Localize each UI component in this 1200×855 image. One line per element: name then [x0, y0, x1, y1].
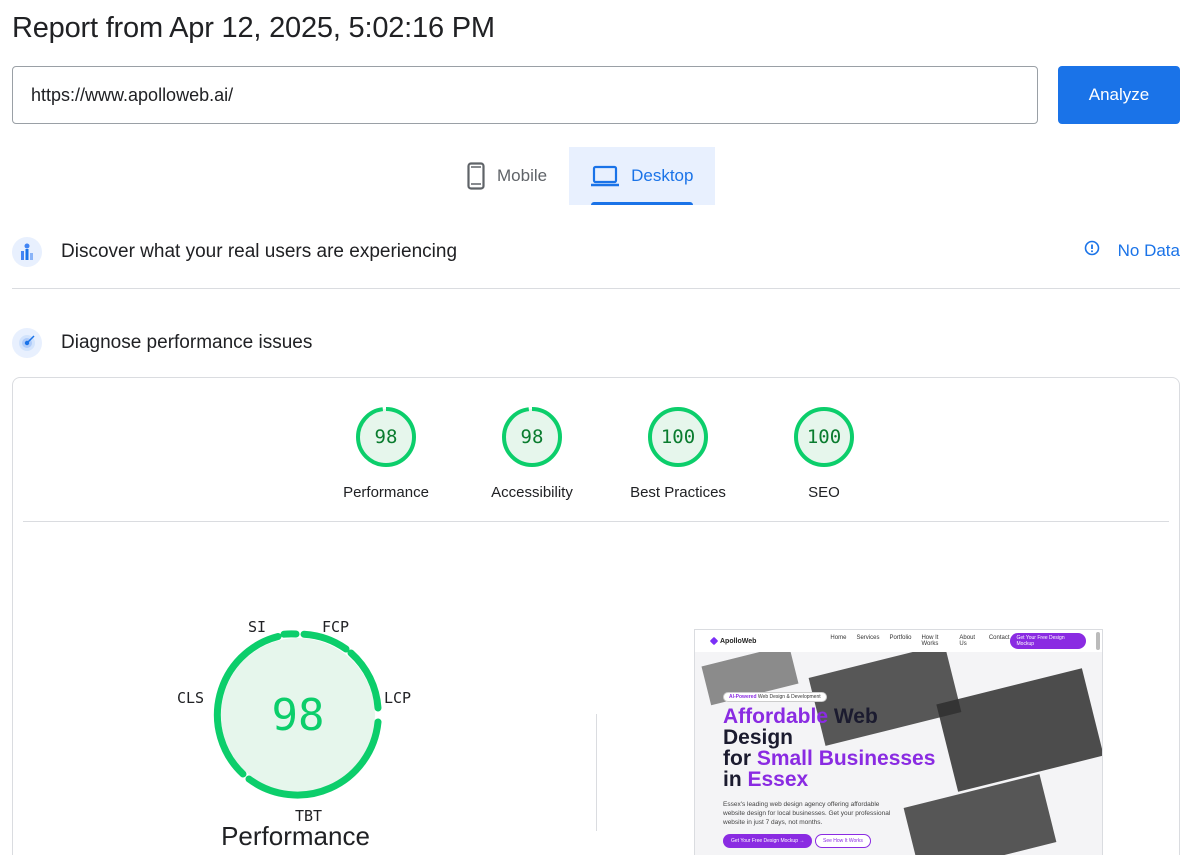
- gauge-seo[interactable]: 100 SEO: [751, 406, 897, 501]
- score-ring: 98: [501, 406, 563, 468]
- screenshot-logo: ApolloWeb: [709, 636, 757, 646]
- screenshot-badge: AI-Powered Web Design & Development: [723, 692, 827, 702]
- card-divider: [23, 521, 1169, 522]
- score-label: Performance: [343, 484, 429, 501]
- tab-desktop[interactable]: Desktop: [569, 147, 716, 205]
- nav-link: Portfolio: [889, 635, 912, 641]
- tab-mobile-label: Mobile: [497, 166, 548, 185]
- gauge-accessibility[interactable]: 98 Accessibility: [459, 406, 605, 501]
- performance-gauge: 98: [201, 618, 395, 812]
- nav-link: About Us: [959, 635, 976, 647]
- no-data-link[interactable]: No Data: [1084, 240, 1180, 261]
- logo-icon: [709, 636, 719, 646]
- screenshot-secondary-button: See How It Works: [815, 834, 871, 848]
- lab-data-header: Diagnose performance issues: [12, 327, 1180, 359]
- screenshot-primary-button: Get Your Free Design Mockup →: [723, 834, 813, 848]
- nav-link: Home: [830, 635, 847, 641]
- gauge-best-practices[interactable]: 100 Best Practices: [605, 406, 751, 501]
- score-value: 100: [806, 426, 842, 448]
- bg-card: [936, 668, 1102, 792]
- url-input[interactable]: [12, 66, 1038, 124]
- nav-cta: Get Your Free Design Mockup: [1009, 633, 1086, 649]
- score-ring: 100: [793, 406, 855, 468]
- score-value: 98: [520, 426, 544, 448]
- gauge-performance[interactable]: 98 Performance: [313, 406, 459, 501]
- tab-desktop-label: Desktop: [631, 166, 694, 185]
- metric-label-cls: CLS: [177, 689, 205, 707]
- metric-label-fcp: FCP: [322, 618, 350, 636]
- target-icon: [12, 328, 42, 358]
- field-data-header: Discover what your real users are experi…: [12, 236, 1180, 268]
- nav-link: Services: [856, 635, 880, 641]
- field-data-title: Discover what your real users are experi…: [61, 241, 458, 262]
- screenshot-headline: Affordable Web Design for Small Business…: [723, 705, 936, 791]
- device-tabs: Mobile Desktop: [445, 147, 716, 205]
- analyze-button[interactable]: Analyze: [1058, 66, 1180, 124]
- report-title: Report from Apr 12, 2025, 5:02:16 PM: [12, 12, 495, 44]
- performance-gauge-title: Performance: [221, 821, 370, 851]
- score-label: Accessibility: [491, 484, 573, 501]
- score-ring: 100: [647, 406, 709, 468]
- tab-mobile[interactable]: Mobile: [445, 147, 569, 205]
- screenshot-paragraph: Essex's leading web design agency offeri…: [723, 801, 891, 826]
- smartphone-icon: [467, 162, 485, 190]
- score-ring: 98: [355, 406, 417, 468]
- users-chart-icon: [12, 237, 42, 267]
- screenshot-nav-links: Home Services Portfolio How It Works Abo…: [830, 635, 1009, 647]
- lab-data-title: Diagnose performance issues: [61, 332, 313, 353]
- score-value: 98: [374, 426, 398, 448]
- performance-score: 98: [271, 689, 325, 741]
- score-value: 100: [660, 426, 696, 448]
- score-gauges: 98 Performance 98 Accessibility 100 Best…: [313, 406, 897, 501]
- nav-link: Contact: [988, 635, 1010, 641]
- section-divider: [12, 288, 1180, 289]
- metric-label-si: SI: [248, 618, 267, 636]
- metric-label-lcp: LCP: [384, 689, 412, 707]
- screenshot-nav: ApolloWeb Home Services Portfolio How It…: [695, 630, 1102, 652]
- info-icon: [1084, 240, 1100, 261]
- no-data-label: No Data: [1117, 240, 1180, 260]
- scores-card: 98 Performance 98 Accessibility 100 Best…: [12, 377, 1180, 855]
- score-label: SEO: [808, 484, 840, 501]
- nav-link: How It Works: [921, 635, 939, 647]
- score-label: Best Practices: [630, 484, 726, 501]
- screenshot-scrollbar: [1096, 632, 1100, 650]
- vertical-separator: [596, 714, 597, 831]
- laptop-icon: [591, 165, 620, 187]
- page-screenshot: ApolloWeb Home Services Portfolio How It…: [694, 629, 1103, 855]
- logo-text: ApolloWeb: [720, 637, 757, 645]
